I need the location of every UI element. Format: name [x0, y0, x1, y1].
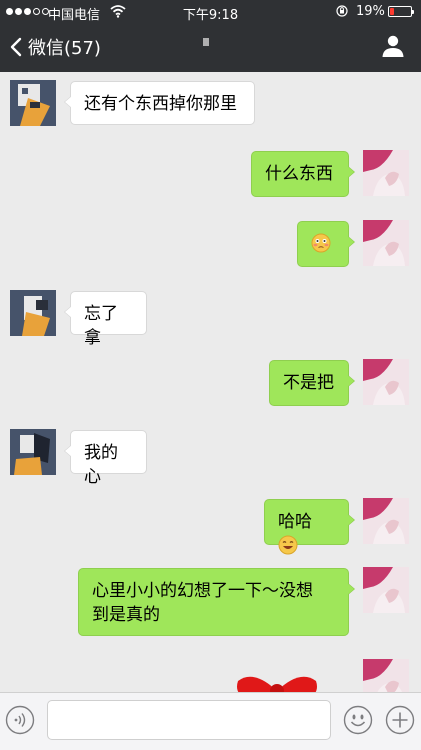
- chat-area[interactable]: 还有个东西掉你那里 什么东西 忘了拿 不是把 我的心 哈哈 心里小小的幻想了一下…: [0, 72, 421, 692]
- input-bar: [0, 692, 421, 750]
- battery-icon: [388, 6, 414, 17]
- status-bar: 中国电信 下午9:18 19%: [0, 0, 421, 24]
- person-icon[interactable]: [381, 34, 405, 58]
- message-bubble[interactable]: 忘了拿: [64, 291, 147, 348]
- avatar[interactable]: [10, 429, 56, 475]
- avatar[interactable]: [10, 290, 56, 336]
- message-bubble[interactable]: 我的心: [64, 430, 147, 487]
- message-row: 不是把: [0, 359, 421, 407]
- message-row: [0, 659, 421, 692]
- message-text: 还有个东西掉你那里: [84, 94, 237, 114]
- avatar[interactable]: [363, 220, 409, 266]
- smiley-icon[interactable]: [343, 705, 373, 735]
- message-row: 心里小小的幻想了一下～没想 到是真的: [0, 567, 421, 637]
- message-bubble[interactable]: [297, 221, 355, 267]
- battery-level: [390, 8, 394, 15]
- back-label: 微信(57): [28, 38, 101, 59]
- message-bubble[interactable]: 什么东西: [251, 151, 355, 197]
- voice-icon[interactable]: [5, 705, 35, 735]
- back-button[interactable]: 微信(57): [10, 34, 101, 60]
- message-bubble[interactable]: 哈哈: [264, 499, 355, 555]
- cursor-mark: [203, 38, 209, 46]
- plus-icon[interactable]: [385, 705, 415, 735]
- message-row: 还有个东西掉你那里: [0, 80, 421, 128]
- message-row: 我的心: [0, 429, 421, 487]
- avatar[interactable]: [363, 659, 409, 692]
- avatar[interactable]: [363, 498, 409, 544]
- message-row: [0, 220, 421, 268]
- message-text-line: 到是真的: [92, 605, 160, 625]
- chevron-left-icon: [10, 37, 22, 57]
- grinning-face-icon: [278, 535, 298, 555]
- message-row: 忘了拿: [0, 290, 421, 348]
- message-text: 不是把: [283, 373, 334, 393]
- message-bubble[interactable]: 不是把: [269, 360, 355, 406]
- avatar[interactable]: [363, 359, 409, 405]
- message-text-line: 心里小小的幻想了一下～没想: [92, 581, 313, 601]
- message-bubble[interactable]: 心里小小的幻想了一下～没想 到是真的: [78, 568, 355, 636]
- orientation-lock-icon: [336, 5, 348, 17]
- message-bubble[interactable]: 还有个东西掉你那里: [64, 81, 255, 125]
- flushed-face-icon: [311, 233, 331, 253]
- message-text: 我的心: [84, 443, 118, 487]
- message-text: 忘了拿: [84, 304, 118, 348]
- avatar[interactable]: [363, 567, 409, 613]
- top-bar: 中国电信 下午9:18 19% 微信(57): [0, 0, 421, 72]
- avatar[interactable]: [10, 80, 56, 126]
- nav-bar: 微信(57): [0, 24, 421, 72]
- message-input[interactable]: [47, 700, 331, 740]
- message-row: 什么东西: [0, 150, 421, 198]
- message-text: 什么东西: [265, 164, 333, 184]
- battery-percent: 19%: [356, 4, 385, 19]
- message-text: 哈哈: [278, 512, 312, 532]
- message-row: 哈哈: [0, 498, 421, 555]
- avatar[interactable]: [363, 150, 409, 196]
